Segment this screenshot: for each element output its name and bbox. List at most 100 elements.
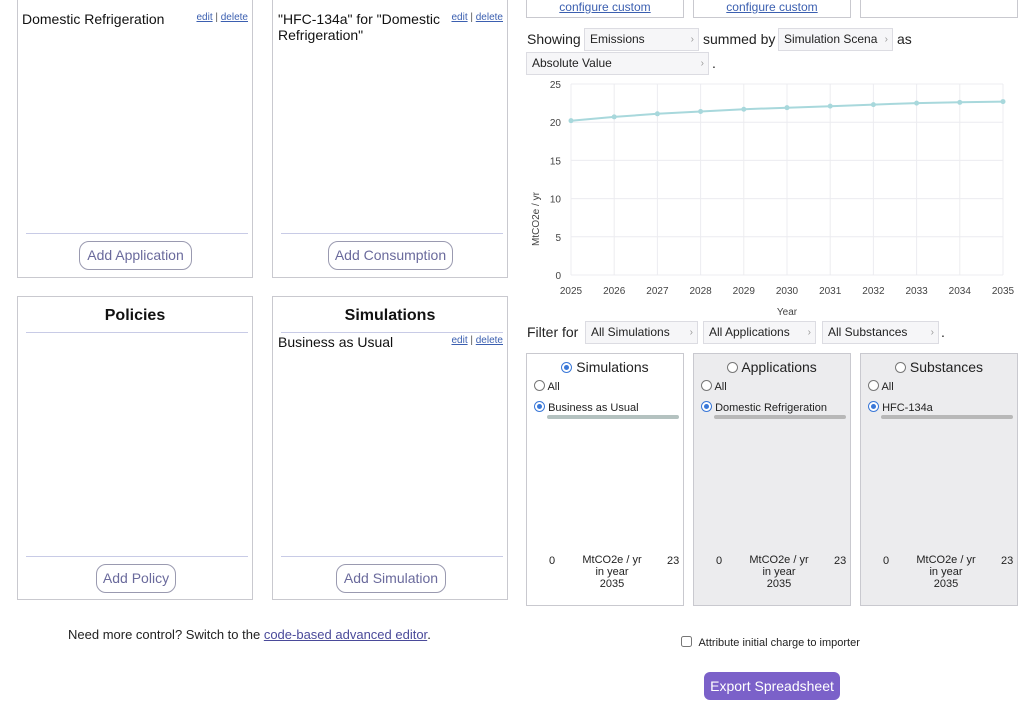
simulations-card-heading[interactable]: Simulations — [527, 359, 683, 375]
radio-icon[interactable] — [701, 380, 712, 391]
value-bar — [547, 415, 679, 419]
application-item-label: Domestic Refrigeration — [22, 11, 165, 27]
chart-x-ticks: 2025 2026 2027 2028 2029 2030 2031 2032 2033 2034… — [560, 286, 1015, 297]
scale-unit-label: MtCO2e / yr — [582, 554, 642, 566]
data-point[interactable] — [568, 118, 574, 124]
summed-by-select-value: Simulation Scena — [784, 32, 878, 46]
substances-filter-value: All Substances — [828, 325, 908, 339]
configure-custom-link-2[interactable]: configure custom — [726, 0, 817, 14]
simulations-card: Simulations All Business as Usual 0 MtCO… — [526, 353, 684, 606]
chevron-right-icon: › — [807, 327, 811, 338]
metric-select-value: Emissions — [590, 32, 645, 46]
emissions-chart: 0510152025 2025 2026 2027 2028 2029 2030 2031 2… — [531, 80, 1015, 318]
summed-by-select[interactable]: Simulation Scena › — [778, 28, 893, 51]
delete-simulation-link[interactable]: delete — [476, 335, 503, 346]
data-point[interactable] — [957, 99, 963, 105]
metric-select[interactable]: Emissions › — [584, 28, 699, 51]
add-consumption-button[interactable]: Add Consumption — [328, 241, 453, 270]
applications-card-heading[interactable]: Applications — [694, 359, 850, 375]
radio-selected-icon[interactable] — [868, 401, 879, 412]
radio-selected-icon[interactable] — [534, 401, 545, 412]
simulations-filter-select[interactable]: All Simulations › — [585, 321, 698, 344]
substance-option[interactable]: HFC-134a — [868, 401, 933, 414]
applications-filter-select[interactable]: All Applications › — [703, 321, 816, 344]
simulation-option-label: Business as Usual — [548, 402, 639, 414]
summed-by-label: summed by — [703, 31, 776, 47]
edit-simulation-link[interactable]: edit — [451, 335, 467, 346]
data-point[interactable] — [827, 103, 833, 109]
policies-panel: Policies Add Policy — [17, 296, 253, 600]
scale-max: 23 — [1001, 555, 1014, 567]
chevron-right-icon: › — [700, 58, 704, 69]
attribute-charge-checkbox[interactable] — [681, 636, 692, 647]
attribute-charge-option[interactable]: Attribute initial charge to importer — [681, 636, 860, 649]
advanced-editor-link[interactable]: code-based advanced editor — [264, 627, 427, 642]
consumption-item-label: "HFC-134a" for "Domestic Refrigeration" — [278, 11, 440, 43]
scale-in-year: in year — [762, 566, 796, 578]
application-option[interactable]: Domestic Refrigeration — [701, 401, 827, 414]
radio-icon[interactable] — [868, 380, 879, 391]
configure-custom-button-1[interactable]: configure custom — [526, 0, 684, 18]
applications-filter-value: All Applications — [709, 325, 790, 339]
scale-min: 0 — [716, 555, 723, 567]
configure-custom-button-2[interactable]: configure custom — [693, 0, 851, 18]
configure-custom-button-3[interactable] — [860, 0, 1018, 18]
all-option[interactable]: All — [534, 380, 560, 393]
simulation-option[interactable]: Business as Usual — [534, 401, 639, 414]
radio-selected-icon[interactable] — [561, 362, 573, 373]
substance-option-label: HFC-134a — [882, 402, 933, 414]
radio-icon[interactable] — [894, 362, 906, 373]
add-simulation-button[interactable]: Add Simulation — [336, 564, 446, 593]
x-tick-label: 2027 — [646, 286, 669, 297]
policies-title: Policies — [104, 307, 166, 324]
add-application-button[interactable]: Add Application — [79, 241, 192, 270]
y-tick-label: 10 — [550, 195, 562, 206]
radio-selected-icon[interactable] — [701, 401, 712, 412]
export-spreadsheet-button[interactable]: Export Spreadsheet — [704, 672, 840, 700]
x-tick-label: 2034 — [949, 286, 972, 297]
y-tick-label: 20 — [550, 118, 562, 129]
attribute-charge-label: Attribute initial charge to importer — [698, 637, 860, 649]
applications-panel: Domestic Refrigeration edit | delete Add… — [17, 0, 253, 278]
all-option-label: All — [881, 381, 894, 393]
data-point[interactable] — [914, 100, 920, 106]
delete-application-link[interactable]: delete — [221, 12, 248, 23]
delete-consumption-link[interactable]: delete — [476, 12, 503, 23]
configure-custom-link-1[interactable]: configure custom — [559, 0, 650, 14]
advanced-editor-note: Need more control? Switch to the code-ba… — [68, 627, 431, 642]
data-point[interactable] — [1000, 99, 1006, 105]
chevron-right-icon: › — [884, 34, 888, 45]
chevron-right-icon: › — [930, 327, 934, 338]
all-option[interactable]: All — [868, 380, 894, 393]
simulations-panel: Simulations Business as Usual edit | del… — [272, 296, 508, 600]
edit-consumption-link[interactable]: edit — [451, 12, 467, 23]
x-tick-label: 2032 — [862, 286, 885, 297]
data-point[interactable] — [698, 109, 704, 115]
x-tick-label: 2035 — [992, 286, 1015, 297]
panel-footer-divider — [281, 233, 503, 234]
chevron-right-icon: › — [689, 327, 693, 338]
substances-filter-select[interactable]: All Substances › — [822, 321, 939, 344]
application-item-actions: edit | delete — [196, 12, 248, 23]
consumption-item-actions: edit | delete — [451, 12, 503, 23]
y-tick-label: 15 — [550, 156, 562, 167]
scale-min: 0 — [883, 555, 890, 567]
x-tick-label: 2033 — [905, 286, 928, 297]
value-mode-select[interactable]: Absolute Value › — [526, 52, 709, 75]
radio-icon[interactable] — [727, 362, 739, 373]
data-point[interactable] — [870, 102, 876, 108]
chart-grid — [570, 83, 1004, 276]
simulation-item-actions: edit | delete — [451, 335, 503, 346]
data-point[interactable] — [784, 105, 790, 111]
substances-card-heading-label: Substances — [909, 359, 984, 375]
substances-card: Substances All HFC-134a 0 MtCO2e / yr in … — [860, 353, 1018, 606]
edit-application-link[interactable]: edit — [196, 12, 212, 23]
scale-year: 2035 — [766, 578, 792, 590]
add-policy-button[interactable]: Add Policy — [96, 564, 176, 593]
data-point[interactable] — [741, 106, 747, 112]
data-point[interactable] — [611, 114, 617, 120]
data-point[interactable] — [654, 111, 660, 117]
substances-card-heading[interactable]: Substances — [861, 359, 1017, 375]
radio-icon[interactable] — [534, 380, 545, 391]
all-option[interactable]: All — [701, 380, 727, 393]
